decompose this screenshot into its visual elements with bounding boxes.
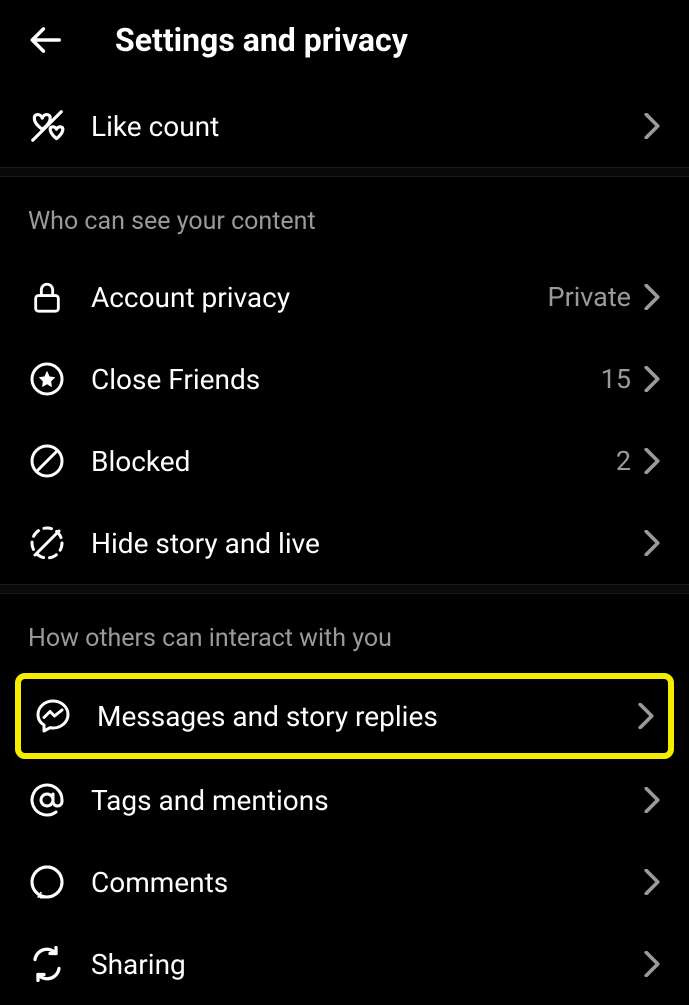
chevron-right-icon bbox=[643, 365, 661, 393]
chevron-right-icon bbox=[643, 447, 661, 475]
item-label: Blocked bbox=[91, 445, 616, 478]
dashed-circle-crossed-icon bbox=[28, 524, 66, 562]
lock-icon bbox=[28, 278, 66, 316]
list-item-account-privacy[interactable]: Account privacy Private bbox=[0, 256, 689, 338]
chevron-right-icon bbox=[643, 786, 661, 814]
chevron-right-icon bbox=[643, 529, 661, 557]
sharing-arrows-icon bbox=[28, 945, 66, 983]
arrow-left-icon bbox=[26, 21, 64, 59]
item-value: 2 bbox=[616, 445, 631, 477]
header: Settings and privacy bbox=[0, 0, 689, 85]
list-item-blocked[interactable]: Blocked 2 bbox=[0, 420, 689, 502]
item-value: Private bbox=[548, 281, 631, 313]
chevron-right-icon bbox=[643, 112, 661, 140]
hearts-crossed-icon bbox=[28, 107, 66, 145]
item-value: 15 bbox=[601, 363, 631, 395]
list-item-close-friends[interactable]: Close Friends 15 bbox=[0, 338, 689, 420]
comment-icon bbox=[28, 863, 66, 901]
section-divider bbox=[0, 167, 689, 177]
item-label: Sharing bbox=[91, 948, 643, 981]
page-title: Settings and privacy bbox=[115, 21, 408, 59]
item-label: Messages and story replies bbox=[97, 700, 637, 733]
chevron-right-icon bbox=[643, 868, 661, 896]
list-item-tags-mentions[interactable]: Tags and mentions bbox=[0, 759, 689, 841]
messenger-icon bbox=[34, 697, 72, 735]
list-item-messages-story-replies[interactable]: Messages and story replies bbox=[15, 673, 674, 759]
list-item-like-count[interactable]: Like count bbox=[0, 85, 689, 167]
section-header-who-can-see: Who can see your content bbox=[0, 177, 689, 256]
item-label: Hide story and live bbox=[91, 527, 643, 560]
item-label: Close Friends bbox=[91, 363, 601, 396]
list-item-hide-story[interactable]: Hide story and live bbox=[0, 502, 689, 584]
item-label: Tags and mentions bbox=[91, 784, 643, 817]
section-divider bbox=[0, 584, 689, 594]
star-circle-icon bbox=[28, 360, 66, 398]
chevron-right-icon bbox=[643, 283, 661, 311]
item-label: Account privacy bbox=[91, 281, 548, 314]
item-label: Like count bbox=[91, 110, 643, 143]
list-item-sharing[interactable]: Sharing bbox=[0, 923, 689, 1005]
back-button[interactable] bbox=[25, 20, 65, 60]
chevron-right-icon bbox=[637, 702, 655, 730]
section-header-interact: How others can interact with you bbox=[0, 594, 689, 673]
chevron-right-icon bbox=[643, 950, 661, 978]
item-label: Comments bbox=[91, 866, 643, 899]
list-item-comments[interactable]: Comments bbox=[0, 841, 689, 923]
blocked-icon bbox=[28, 442, 66, 480]
at-icon bbox=[28, 781, 66, 819]
